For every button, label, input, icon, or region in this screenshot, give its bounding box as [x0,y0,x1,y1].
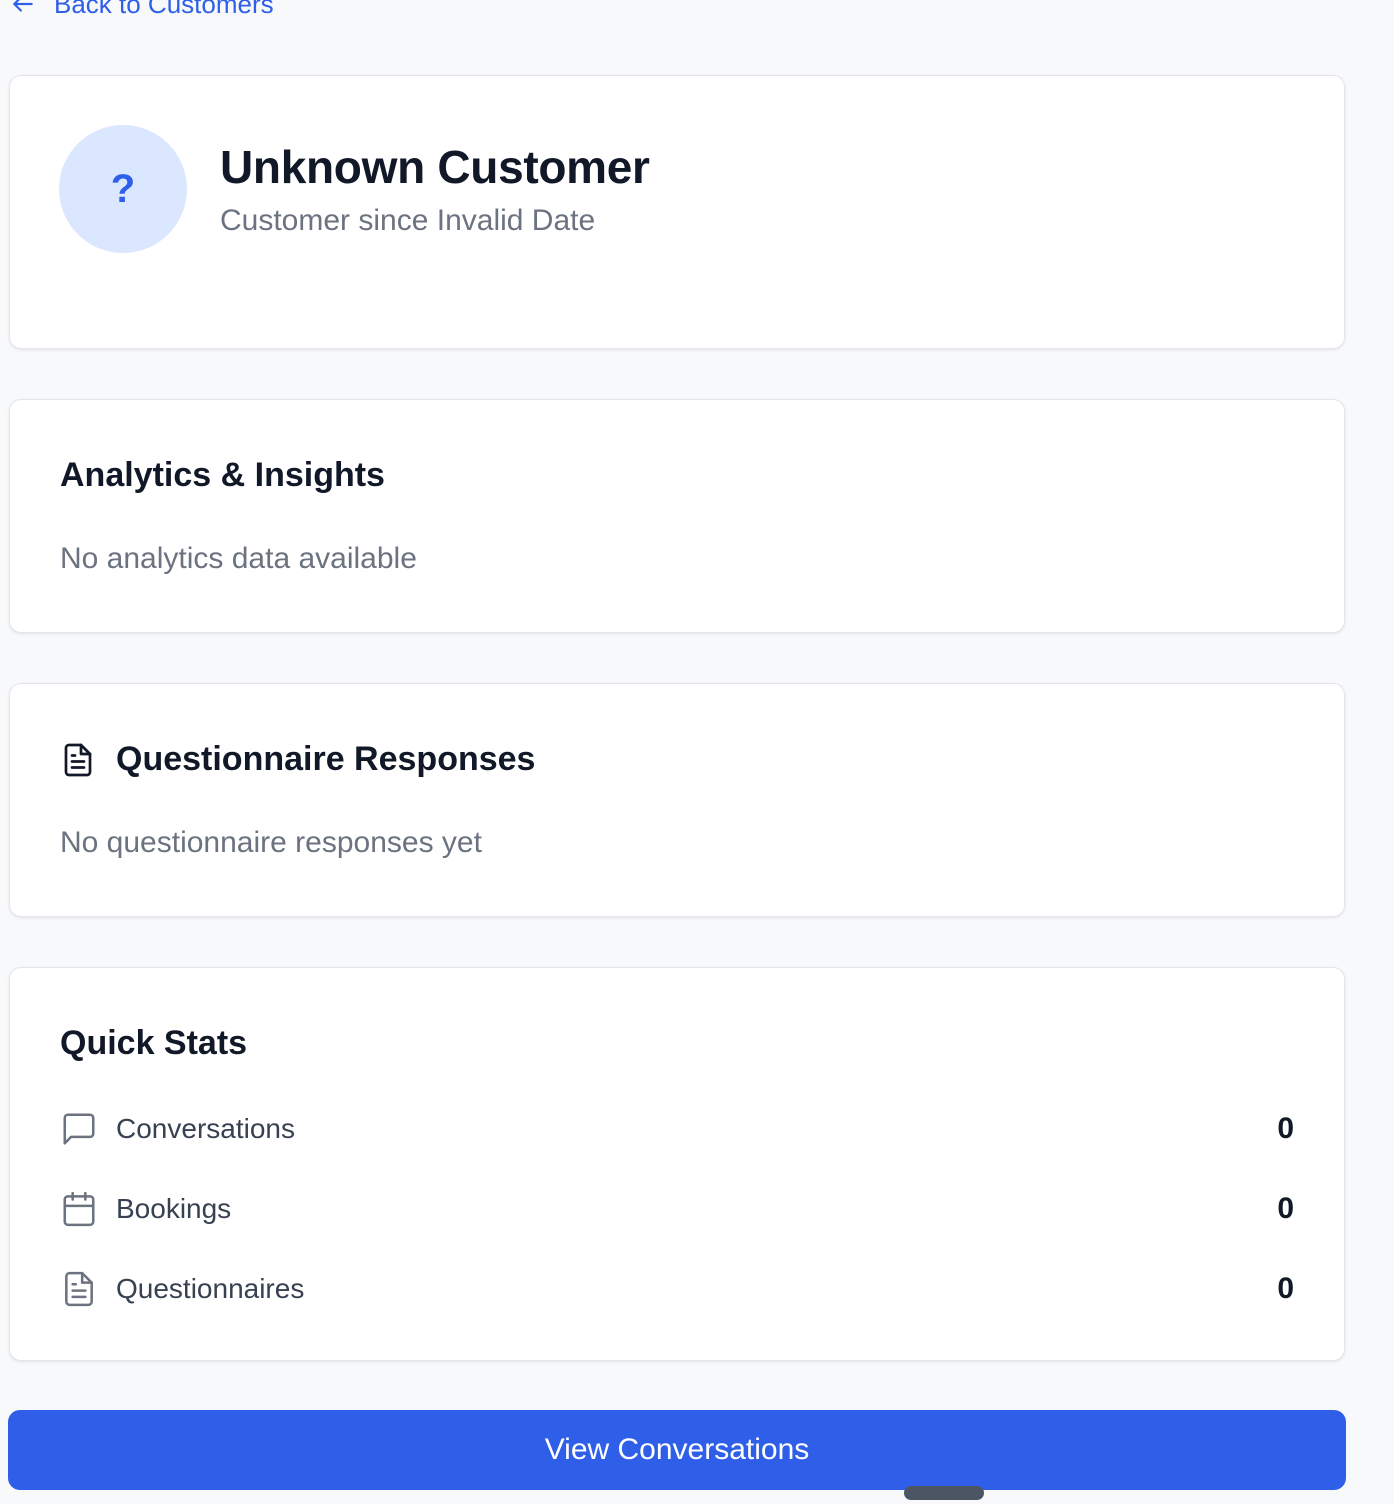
questionnaire-card: Questionnaire Responses No questionnaire… [9,683,1345,917]
analytics-title: Analytics & Insights [60,456,385,495]
file-text-icon [65,1271,93,1307]
quick-stats-title-text: Quick Stats [60,1024,248,1062]
message-square-icon [63,1113,95,1145]
customer-since: Customer since Invalid Date [220,204,596,237]
stat-row-conversations: Conversations 0 [60,1107,1294,1151]
arrow-left-icon [13,0,33,12]
home-indicator [904,1486,984,1500]
questionnaire-title: Questionnaire Responses [60,740,535,779]
question-mark-icon: ? [110,166,136,211]
stat-value: 0 [1277,1192,1294,1225]
stat-label: Bookings [116,1193,232,1224]
questionnaire-title-text: Questionnaire Responses [116,740,536,778]
stat-label: Conversations [116,1113,295,1144]
back-to-customers-link[interactable]: Back to Customers [10,0,274,22]
avatar: ? [59,125,187,253]
quick-stats-card: Quick Stats Conversations 0 Bookings 0 Q… [9,967,1345,1361]
analytics-card: Analytics & Insights No analytics data a… [9,399,1345,633]
stat-label: Questionnaires [116,1273,305,1304]
questionnaire-empty-text: No questionnaire responses yet [60,826,482,859]
profile-card: ? Unknown Customer Customer since Invali… [9,75,1345,349]
stat-value: 0 [1277,1112,1294,1145]
quick-stats-title: Quick Stats [60,1024,247,1063]
stat-row-bookings: Bookings 0 [60,1187,1294,1231]
calendar-icon [63,1191,95,1227]
stat-value: 0 [1277,1272,1294,1305]
file-text-icon [64,743,92,776]
back-link-label: Back to Customers [54,0,274,19]
customer-name: Unknown Customer [220,141,650,193]
analytics-title-text: Analytics & Insights [60,456,385,494]
analytics-empty-text: No analytics data available [60,542,417,575]
view-conversations-button[interactable]: View Conversations [8,1410,1346,1490]
stat-row-questionnaires: Questionnaires 0 [60,1267,1294,1311]
